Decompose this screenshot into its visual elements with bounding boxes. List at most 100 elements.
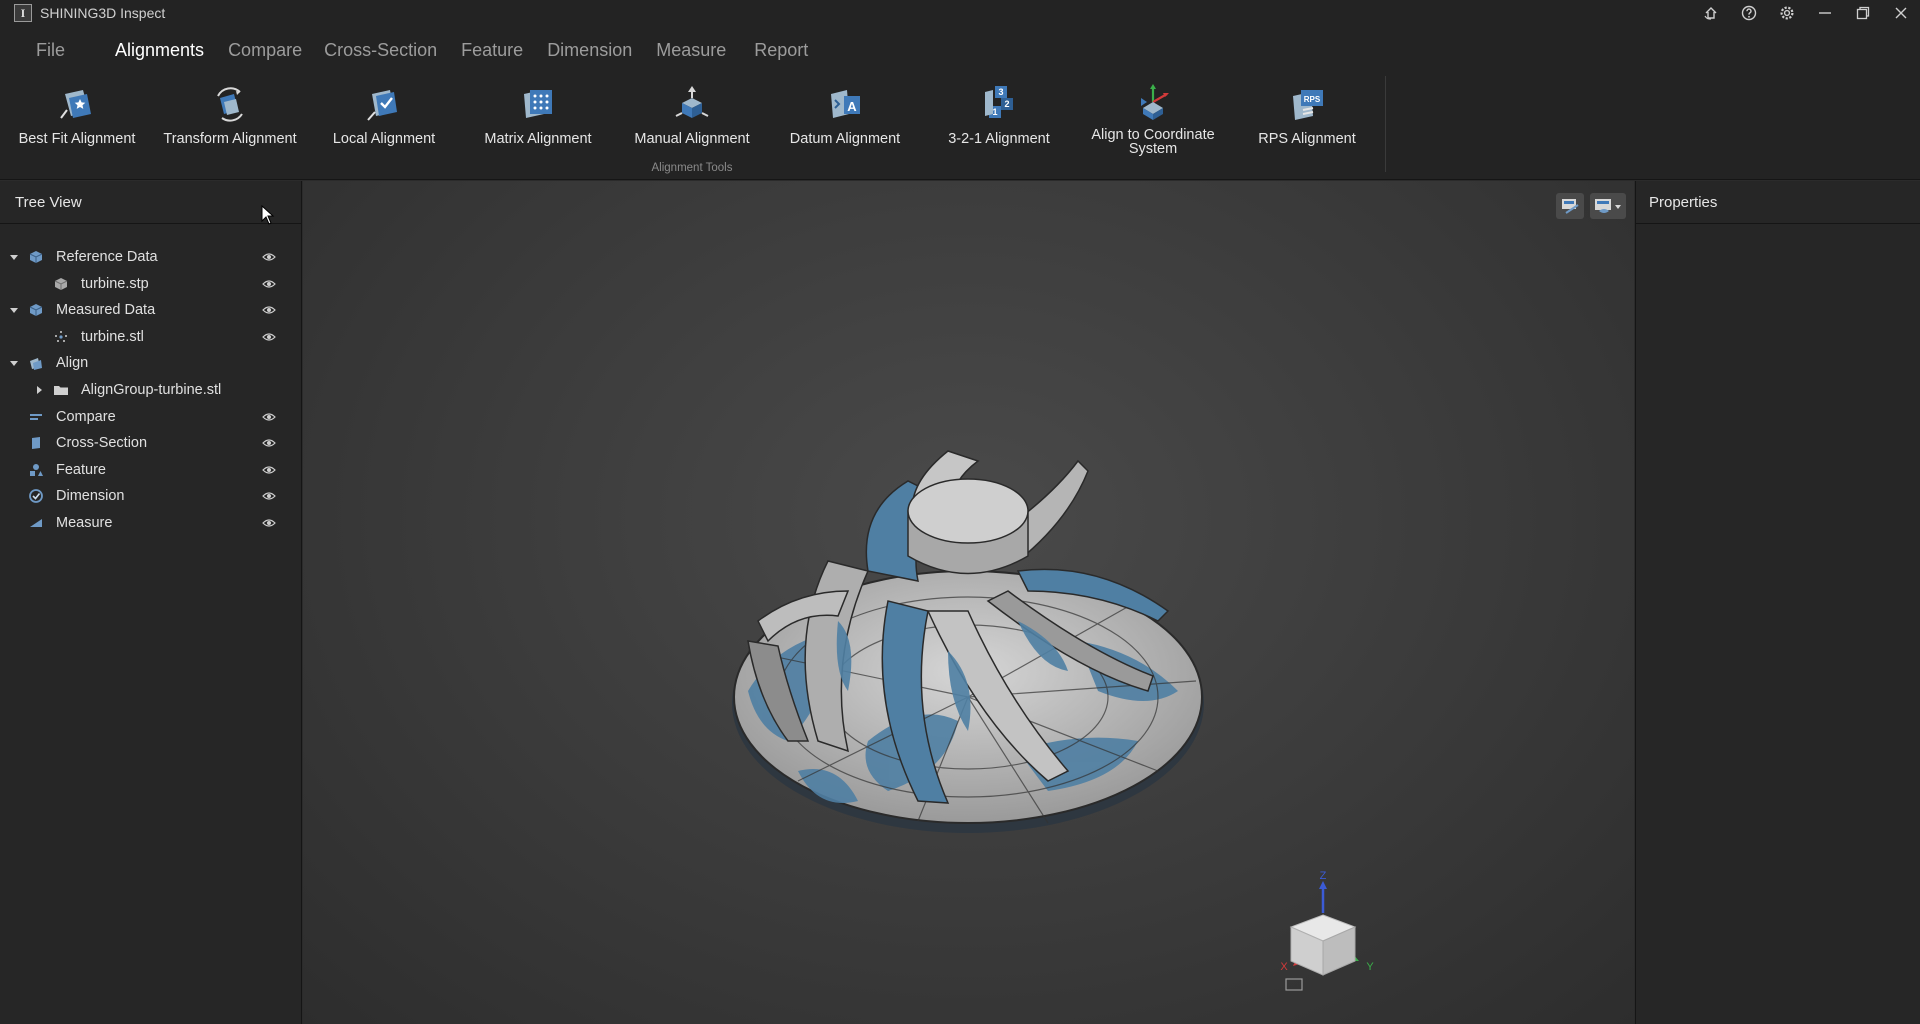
datum-alignment-button[interactable]: A Datum Alignment [770, 84, 920, 162]
visibility-eye-icon[interactable] [262, 330, 276, 344]
restore-button[interactable] [1844, 0, 1882, 26]
matrix-alignment-button[interactable]: Matrix Alignment [463, 84, 613, 162]
tree-item-compare[interactable]: Compare [0, 404, 300, 430]
minimize-button[interactable] [1806, 0, 1844, 26]
tree-item-label: AlignGroup-turbine.stl [81, 382, 222, 398]
three-two-one-alignment-label: 3-2-1 Alignment [948, 131, 1050, 147]
manual-alignment-button[interactable]: Manual Alignment [617, 84, 767, 162]
visibility-eye-icon[interactable] [262, 516, 276, 530]
local-alignment-label: Local Alignment [332, 131, 436, 147]
tree-item-reference-data[interactable]: Reference Data [0, 244, 300, 270]
close-icon [1895, 7, 1907, 19]
matrix-alignment-label: Matrix Alignment [484, 131, 592, 147]
measured-data-icon [29, 304, 43, 316]
menu-alignments[interactable]: Alignments [103, 26, 216, 74]
menu-file[interactable]: File [24, 26, 77, 74]
rps-alignment-button[interactable]: RPS RPS Alignment [1232, 84, 1382, 162]
local-alignment-button[interactable]: Local Alignment [309, 84, 459, 162]
tree-item-label: turbine.stl [81, 329, 144, 345]
restore-icon [1856, 6, 1870, 20]
visibility-eye-icon[interactable] [262, 436, 276, 450]
home-icon [1704, 7, 1717, 20]
feature-icon [30, 464, 43, 476]
view-mode-icon [1562, 199, 1579, 214]
menu-measure[interactable]: Measure [644, 26, 738, 74]
transform-alignment-button[interactable]: Transform Alignment [155, 84, 305, 162]
cross-section-icon [32, 437, 40, 449]
tree-item-cross-section[interactable]: Cross-Section [0, 430, 300, 456]
menu-dimension[interactable]: Dimension [535, 26, 644, 74]
best-fit-alignment-icon [60, 90, 91, 119]
properties-panel: Properties [1635, 181, 1920, 1024]
three-two-one-alignment-icon: 3 2 1 [985, 86, 1013, 118]
best-fit-alignment-button[interactable]: Best Fit Alignment [2, 84, 152, 162]
turbine-model[interactable] [718, 441, 1218, 841]
tree-item-label: Measured Data [56, 302, 156, 318]
mouse-cursor-icon [261, 205, 275, 225]
gear-icon [1780, 6, 1794, 20]
tree-item-label: Reference Data [56, 249, 158, 265]
best-fit-alignment-label: Best Fit Alignment [18, 131, 136, 147]
visibility-eye-icon[interactable] [262, 277, 276, 291]
datum-alignment-label: Datum Alignment [789, 131, 901, 147]
visibility-eye-icon[interactable] [262, 303, 276, 317]
tree-item-dimension[interactable]: Dimension [0, 483, 300, 509]
axis-y-label: Y [1366, 961, 1374, 973]
tree-item-aligngroup-turbine[interactable]: AlignGroup-turbine.stl [0, 377, 300, 403]
window-controls [1692, 0, 1920, 26]
fit-view-icon[interactable] [1285, 978, 1303, 991]
menu-compare[interactable]: Compare [216, 26, 314, 74]
expand-arrow-icon[interactable] [8, 357, 20, 369]
tree-view-header: Tree View [0, 181, 301, 224]
tree-item-turbine-stl[interactable]: turbine.stl [0, 324, 300, 350]
display-options-button[interactable] [1590, 193, 1626, 219]
manual-alignment-label: Manual Alignment [634, 131, 750, 147]
manual-alignment-icon [675, 86, 709, 118]
tree-item-label: Align [56, 355, 89, 371]
visibility-eye-icon[interactable] [262, 250, 276, 264]
align-to-coordinate-system-button[interactable]: Align to Coordinate System [1078, 82, 1228, 160]
tree-item-feature[interactable]: Feature [0, 457, 300, 483]
menu-cross-section[interactable]: Cross-Section [312, 26, 449, 74]
tree-item-measure[interactable]: Measure [0, 510, 300, 536]
visibility-eye-icon[interactable] [262, 410, 276, 424]
view-mode-button[interactable] [1556, 193, 1584, 219]
align-icon [30, 358, 42, 370]
tree-item-align[interactable]: Align [0, 350, 300, 376]
settings-button[interactable] [1768, 0, 1806, 26]
view-options [1556, 193, 1626, 219]
three-two-one-alignment-button[interactable]: 3 2 1 3-2-1 Alignment [924, 84, 1074, 162]
visibility-eye-icon[interactable] [262, 463, 276, 477]
ribbon-separator [1385, 76, 1386, 172]
tree-item-label: Feature [56, 462, 106, 478]
close-button[interactable] [1882, 0, 1920, 26]
folder-icon [54, 386, 68, 395]
alignment-tools-group-label: Alignment Tools [651, 162, 733, 174]
expand-arrow-icon[interactable] [8, 251, 20, 263]
measure-icon [30, 519, 42, 527]
rps-alignment-icon: RPS [1293, 90, 1323, 120]
menu-report[interactable]: Report [742, 26, 820, 74]
collapse-arrow-icon[interactable] [33, 384, 45, 396]
title-bar: I SHINING3D Inspect [0, 0, 1920, 26]
tree-item-measured-data[interactable]: Measured Data [0, 297, 300, 323]
compare-icon [30, 414, 42, 420]
local-alignment-icon [367, 90, 397, 121]
expand-arrow-icon[interactable] [8, 304, 20, 316]
home-view-button[interactable] [1692, 0, 1730, 26]
three-icon-digit: 3 [998, 87, 1003, 97]
tree-item-label: turbine.stp [81, 276, 149, 292]
visibility-eye-icon[interactable] [262, 489, 276, 503]
3d-viewport[interactable]: Z X Y [303, 181, 1634, 1024]
help-button[interactable] [1730, 0, 1768, 26]
point-cloud-icon [55, 331, 67, 342]
tree-item-label: Dimension [56, 488, 125, 504]
orientation-cube[interactable]: Z X Y [1263, 871, 1383, 1001]
display-options-icon [1595, 199, 1621, 213]
transform-alignment-icon [217, 87, 243, 122]
tree-item-turbine-stp[interactable]: turbine.stp [0, 271, 300, 297]
app-logo-icon: I [14, 4, 32, 22]
menu-feature[interactable]: Feature [449, 26, 535, 74]
tree-item-label: Measure [56, 515, 113, 531]
reference-data-icon [29, 251, 43, 263]
